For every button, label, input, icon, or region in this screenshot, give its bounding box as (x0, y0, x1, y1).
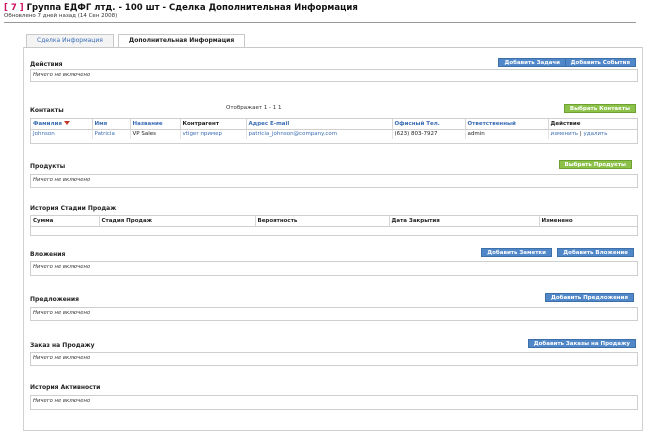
action-separator: | (579, 131, 582, 138)
quotes-title: Предложения (30, 296, 79, 303)
record-id: [ 7 ] (4, 3, 24, 13)
activity-history-title: История Активности (30, 384, 101, 391)
record-title: Группа ЕДФГ лтд. - 100 шт - Сделка Допол… (26, 3, 358, 13)
table-row: Johnson Patricia VP Sales vtiger пример … (31, 129, 637, 139)
delete-link[interactable]: удалить (584, 131, 608, 137)
sales-orders-title: Заказ на Продажу (30, 342, 95, 349)
column-header-owner[interactable]: Ответственный (465, 119, 549, 130)
products-body: Ничего не включено (30, 174, 638, 188)
add-task-button[interactable]: Добавить Задачи (498, 58, 566, 67)
column-header-email[interactable]: Адрес E-mail (246, 119, 393, 130)
select-products-button[interactable]: Выбрать Продукты (558, 160, 632, 169)
sort-desc-icon (63, 121, 70, 126)
empty-message: Ничего не включено (33, 264, 91, 270)
page-title: [ 7 ] Группа ЕДФГ лтд. - 100 шт - Сделка… (4, 3, 644, 13)
stage-history-title: История Стадии Продаж (30, 205, 117, 212)
contact-email-link[interactable]: patricia_johnson@company.com (246, 129, 393, 139)
contacts-title: Контакты (30, 107, 64, 114)
sales-orders-body: Ничего не включено (30, 352, 638, 366)
header-divider (4, 22, 636, 23)
column-header-action: Действие (548, 119, 637, 130)
contacts-table: Фамилия Имя Название Контрагент Адрес E-… (31, 119, 637, 139)
column-header-probability: Вероятность (255, 216, 390, 227)
table-header-row: Сумма Стадия Продаж Вероятность Дата Зак… (31, 216, 637, 227)
contact-last-name-link[interactable]: Johnson (31, 129, 93, 139)
contact-phone: (623) 803-7927 (392, 129, 466, 139)
contact-owner: admin (465, 129, 549, 139)
actions-title: Действия (30, 61, 63, 68)
column-header-last-name[interactable]: Фамилия (31, 119, 93, 130)
empty-message: Ничего не включено (33, 398, 91, 404)
attachments-body: Ничего не включено (30, 261, 638, 276)
add-event-button[interactable]: Добавить События (564, 58, 636, 67)
page-header: [ 7 ] Группа ЕДФГ лтд. - 100 шт - Сделка… (4, 3, 644, 20)
column-header-phone[interactable]: Офисный Тел. (392, 119, 466, 130)
activity-history-body: Ничего не включено (30, 395, 638, 410)
select-contacts-button[interactable]: Выбрать Контакты (563, 104, 636, 113)
add-note-button[interactable]: Добавить Заметки (481, 248, 552, 257)
quotes-body: Ничего не включено (30, 307, 638, 321)
column-header-title[interactable]: Название (130, 119, 181, 130)
empty-message: Ничего не включено (33, 72, 91, 78)
empty-message: Ничего не включено (33, 177, 91, 183)
tab-panel (23, 47, 643, 431)
column-header-sales-stage: Стадия Продаж (99, 216, 256, 227)
contact-title: VP Sales (130, 129, 181, 139)
contact-account-link[interactable]: vtiger пример (180, 129, 247, 139)
tab-more-info[interactable]: Дополнительная Информация (117, 34, 246, 48)
column-header-account: Контрагент (180, 119, 247, 130)
add-sales-order-button[interactable]: Добавить Заказы на Продажу (527, 339, 636, 348)
attachments-title: Вложения (30, 251, 66, 258)
empty-message: Ничего не включено (33, 310, 91, 316)
table-header-row: Фамилия Имя Название Контрагент Адрес E-… (31, 119, 637, 130)
column-header-close-date: Дата Закрытия (389, 216, 540, 227)
column-header-first-name[interactable]: Имя (92, 119, 131, 130)
contact-first-name-link[interactable]: Patricia (92, 129, 131, 139)
stage-history-table: Сумма Стадия Продаж Вероятность Дата Зак… (31, 216, 637, 227)
products-title: Продукты (30, 163, 66, 170)
contacts-table-wrap: Фамилия Имя Название Контрагент Адрес E-… (30, 118, 638, 144)
tab-deal-info[interactable]: Сделка Информация (26, 34, 114, 47)
empty-message: Ничего не включено (33, 355, 91, 361)
add-attachment-button[interactable]: Добавить Вложение (557, 248, 634, 257)
paging-info: Отображает 1 - 1 1 (226, 105, 282, 111)
tab-bar: Сделка Информация Дополнительная Информа… (26, 34, 249, 48)
last-updated: Обновлено 7 дней назад (14 Сен 2008) (4, 13, 118, 19)
contact-actions: изменить | удалить (548, 129, 637, 139)
actions-body: Ничего не включено (30, 69, 638, 82)
edit-link[interactable]: изменить (551, 131, 579, 137)
add-quote-button[interactable]: Добавить Предложения (544, 293, 634, 302)
column-header-amount: Сумма (31, 216, 100, 227)
stage-history-table-wrap: Сумма Стадия Продаж Вероятность Дата Зак… (30, 215, 638, 236)
column-header-modified: Изменено (539, 216, 637, 227)
